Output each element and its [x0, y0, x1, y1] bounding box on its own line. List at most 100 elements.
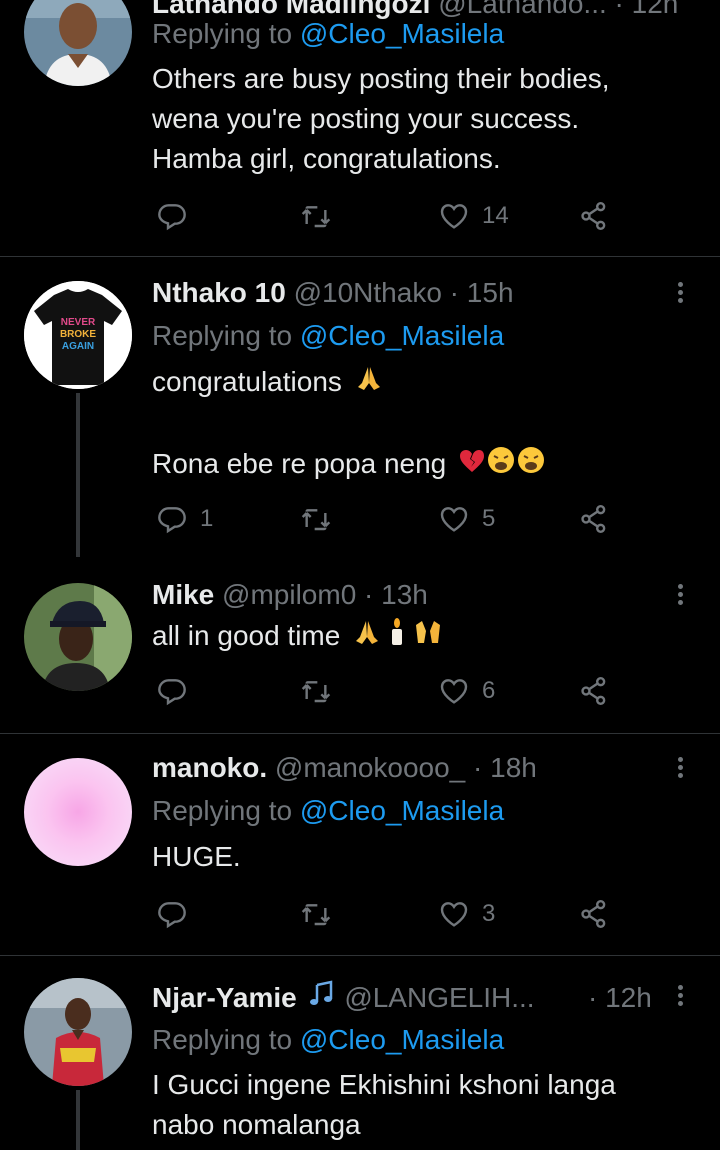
- share-icon: [578, 675, 610, 707]
- tweet-text: congratulations Rona ebe re popa neng: [152, 362, 546, 486]
- separator: ·: [588, 982, 606, 1013]
- reply-button[interactable]: [156, 196, 188, 236]
- tweet-text: Others are busy posting their bodies, we…: [152, 59, 610, 179]
- timestamp-wrap: · 12h: [588, 978, 652, 1018]
- like-count: 5: [482, 505, 496, 532]
- avatar[interactable]: NEVER BROKE AGAIN: [24, 281, 132, 389]
- folded-hands-emoji: [354, 363, 384, 404]
- tweet[interactable]: Lathando Madlingozi @Lathando... · 12h R…: [0, 0, 720, 255]
- like-count: 6: [482, 677, 496, 704]
- retweet-icon: [300, 675, 332, 707]
- share-button[interactable]: [578, 671, 610, 711]
- thread-line: [76, 1090, 80, 1150]
- reply-icon: [156, 503, 188, 535]
- tweet-header: Mike @mpilom0 · 13h: [152, 575, 428, 615]
- more-options-button[interactable]: [670, 581, 690, 611]
- reply-icon: [156, 675, 188, 707]
- retweet-button[interactable]: [300, 894, 332, 934]
- share-icon: [578, 200, 610, 232]
- tweet-actions: 3: [152, 894, 632, 934]
- timestamp[interactable]: 12h: [632, 0, 679, 19]
- reply-icon: [156, 200, 188, 232]
- replying-handle[interactable]: @Cleo_Masilela: [300, 18, 504, 49]
- tweet-line: Rona ebe re popa neng: [152, 444, 546, 486]
- tweet-header: Njar-Yamie @LANGELIH...: [152, 978, 652, 1018]
- user-handle[interactable]: @LANGELIH...: [344, 982, 534, 1013]
- like-icon: [438, 898, 470, 930]
- replying-label: Replying to: [152, 18, 300, 49]
- tweet-actions: 6: [152, 671, 632, 711]
- replying-handle[interactable]: @Cleo_Masilela: [300, 320, 504, 351]
- display-name[interactable]: Njar-Yamie: [152, 982, 297, 1013]
- separator: ·: [465, 752, 491, 783]
- tweet-line: all in good time: [152, 616, 444, 658]
- share-button[interactable]: [578, 894, 610, 934]
- retweet-icon: [300, 503, 332, 535]
- timestamp[interactable]: 13h: [381, 579, 428, 610]
- user-handle[interactable]: @10Nthako: [294, 277, 442, 308]
- tweet-line: HUGE.: [152, 841, 241, 872]
- more-options-button[interactable]: [670, 279, 690, 309]
- avatar[interactable]: [24, 758, 132, 866]
- replying-label: Replying to: [152, 795, 300, 826]
- tweet-line: nabo nomalanga: [152, 1109, 361, 1140]
- tweet[interactable]: Mike @mpilom0 · 13h all in good time 6: [0, 565, 720, 732]
- replying-to: Replying to @Cleo_Masilela: [152, 1020, 504, 1060]
- replying-to: Replying to @Cleo_Masilela: [152, 791, 504, 831]
- separator: ·: [441, 277, 467, 308]
- broken-heart-emoji: [458, 446, 486, 486]
- tweet-header: Nthako 10 @10Nthako · 15h: [152, 273, 514, 313]
- reply-button[interactable]: 1: [156, 499, 213, 539]
- reply-button[interactable]: [156, 894, 188, 934]
- candle-emoji: [386, 617, 408, 658]
- avatar[interactable]: [24, 978, 132, 1086]
- tweet-header: manoko. @manokoooo_ · 18h: [152, 748, 537, 788]
- weary-face-emoji: [486, 445, 516, 486]
- avatar[interactable]: [24, 583, 132, 691]
- share-button[interactable]: [578, 196, 610, 236]
- tweet-actions: 1 5: [152, 499, 632, 539]
- separator: ·: [356, 579, 382, 610]
- more-options-button[interactable]: [670, 982, 690, 1012]
- display-name[interactable]: Mike: [152, 579, 214, 610]
- timestamp[interactable]: 18h: [490, 752, 537, 783]
- tweet-text: I Gucci ingene Ekhishini kshoni langa na…: [152, 1065, 616, 1145]
- music-notes-emoji: [307, 979, 337, 1020]
- replying-handle[interactable]: @Cleo_Masilela: [300, 1024, 504, 1055]
- like-icon: [438, 503, 470, 535]
- replying-handle[interactable]: @Cleo_Masilela: [300, 795, 504, 826]
- like-button[interactable]: 14: [438, 196, 509, 236]
- share-icon: [578, 503, 610, 535]
- share-button[interactable]: [578, 499, 610, 539]
- svg-text:BROKE: BROKE: [60, 329, 96, 340]
- timestamp[interactable]: 15h: [467, 277, 514, 308]
- folded-hands-emoji: [352, 617, 382, 658]
- user-handle[interactable]: @manokoooo_: [275, 752, 465, 783]
- tweet-text: HUGE.: [152, 837, 241, 877]
- like-count: 14: [482, 202, 509, 229]
- svg-text:AGAIN: AGAIN: [62, 341, 94, 352]
- display-name[interactable]: manoko.: [152, 752, 267, 783]
- tweet[interactable]: Njar-Yamie @LANGELIH... · 12h Replying t…: [0, 956, 720, 1150]
- more-options-button[interactable]: [670, 754, 690, 784]
- retweet-button[interactable]: [300, 196, 332, 236]
- tweet-line: I Gucci ingene Ekhishini kshoni langa: [152, 1069, 616, 1100]
- timestamp[interactable]: 12h: [605, 982, 652, 1013]
- weary-face-emoji: [516, 445, 546, 486]
- user-handle[interactable]: @mpilom0: [222, 579, 356, 610]
- like-button[interactable]: 6: [438, 671, 495, 711]
- retweet-button[interactable]: [300, 671, 332, 711]
- replying-to: Replying to @Cleo_Masilela: [152, 14, 504, 54]
- display-name[interactable]: Nthako 10: [152, 277, 286, 308]
- tweet[interactable]: manoko. @manokoooo_ · 18h Replying to @C…: [0, 734, 720, 954]
- tweet[interactable]: NEVER BROKE AGAIN Nthako 10 @10Nthako · …: [0, 257, 720, 557]
- retweet-button[interactable]: [300, 499, 332, 539]
- like-icon: [438, 200, 470, 232]
- tweet-text: all in good time: [152, 616, 444, 658]
- svg-text:NEVER: NEVER: [61, 317, 96, 328]
- tweet-line: congratulations: [152, 362, 546, 404]
- avatar[interactable]: [24, 0, 132, 86]
- like-button[interactable]: 3: [438, 894, 495, 934]
- reply-button[interactable]: [156, 671, 188, 711]
- like-button[interactable]: 5: [438, 499, 495, 539]
